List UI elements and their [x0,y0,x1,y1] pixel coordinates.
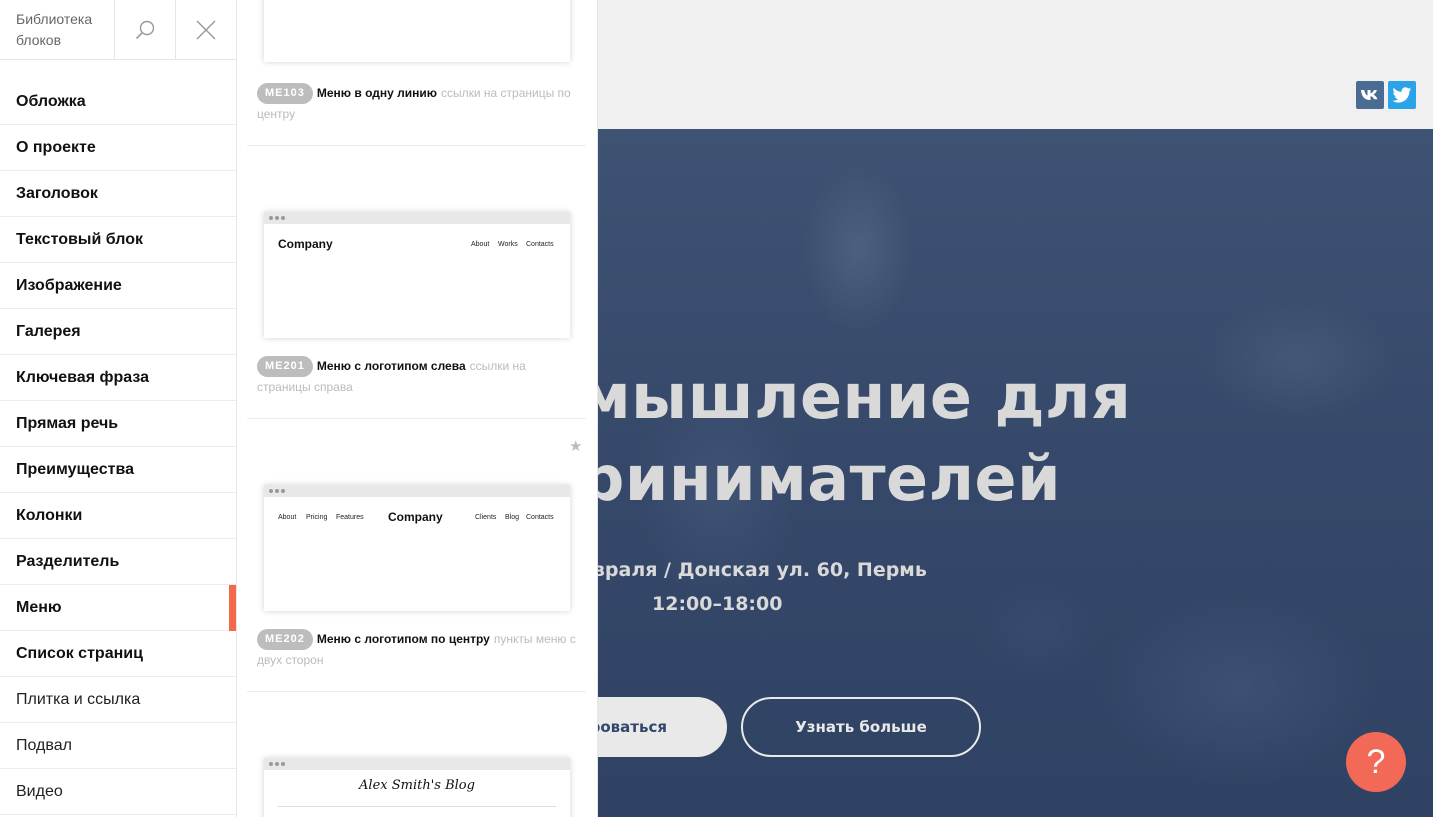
library-title: Библиотека блоков [16,11,93,48]
category-item-image[interactable]: Изображение [0,263,236,309]
search-button[interactable] [114,0,175,60]
category-item-footer[interactable]: Подвал [0,723,236,769]
category-label: Разделитель [16,552,120,570]
browser-bar [264,758,570,770]
preview-link: Contacts [526,514,554,521]
category-item-video[interactable]: Видео [0,769,236,815]
library-header: Библиотека блоков [0,0,237,60]
category-item-key-phrase[interactable]: Ключевая фраза [0,355,236,401]
twitter-share-button[interactable] [1388,81,1416,109]
preview-header [598,0,1433,129]
preview-blog-title: Alex Smith's Blog [359,778,475,793]
browser-bar [264,212,570,224]
category-label: Плитка и ссылка [16,690,141,708]
category-item-divider[interactable]: Разделитель [0,539,236,585]
preview-logo: Company [278,237,333,251]
category-item-heading[interactable]: Заголовок [0,171,236,217]
cover-subtitle: евраля / Донская ул. 60, Пермь 12:00–18:… [598,553,927,615]
preview-link: Pricing [306,514,328,521]
category-item-quote[interactable]: Прямая речь [0,401,236,447]
category-list: Обложка О проекте Заголовок Текстовый бл… [0,79,236,815]
cover-title-line: мышление для [598,360,1132,433]
vk-icon [1361,90,1378,100]
block-name: Меню в одну линию [316,86,437,100]
event-time: 12:00–18:00 [652,593,783,615]
category-label: Видео [16,782,63,800]
help-button[interactable]: ? [1346,732,1406,792]
category-label: Обложка [16,92,86,110]
vk-share-button[interactable] [1356,81,1384,109]
preview-link: Contacts [526,241,554,248]
browser-bar [264,485,570,497]
block-list-panel: ME103 Меню в одну линию ссылки на страницы… [237,0,598,817]
category-label: Список страниц [16,644,143,662]
event-date-location: евраля / Донская ул. 60, Пермь [598,559,927,581]
category-item-about[interactable]: О проекте [0,125,236,171]
category-item-menu[interactable]: Меню [0,585,236,631]
preview-logo: Company [388,510,443,524]
category-label: Галерея [16,322,81,340]
category-label: Подвал [16,736,72,754]
block-info-me201[interactable]: ME201 Меню с логотипом слева ссылки на стр… [257,356,577,398]
learn-more-button[interactable]: Узнать больше [741,697,981,757]
block-info-me202[interactable]: ME202 Меню с логотипом по центру пункты ме… [257,629,577,671]
cover-section: мышление для ринимателей евраля / Донска… [598,129,1433,817]
block-library-sidebar: Библиотека блоков Обложка О проекте Заго… [0,0,237,817]
category-label: О проекте [16,138,96,156]
block-name: Меню с логотипом слева [316,359,466,373]
category-label: Ключевая фраза [16,368,149,386]
category-label: Заголовок [16,184,98,202]
register-button[interactable]: роваться [598,697,727,757]
category-label: Изображение [16,276,122,294]
category-label: Колонки [16,506,83,524]
category-item-cover[interactable]: Обложка [0,79,236,125]
star-icon[interactable]: ★ [569,437,582,455]
preview-link: Clients [475,514,497,521]
block-code-badge: ME201 [257,356,313,377]
block-thumbnail-me103[interactable] [264,0,570,62]
category-item-columns[interactable]: Колонки [0,493,236,539]
preview-link: Features [336,514,364,521]
preview-link: About [278,514,297,521]
block-divider [247,145,586,146]
preview-link: About [471,241,490,248]
preview-link: Works [498,241,518,248]
preview-link: Blog [505,514,520,521]
block-divider [247,418,586,419]
cover-title-line: ринимателей [598,442,1062,515]
block-thumbnail-me201[interactable]: Company About Works Contacts [264,212,570,338]
block-thumbnail-blog[interactable]: Alex Smith's Blog [264,758,570,817]
category-item-features[interactable]: Преимущества [0,447,236,493]
cover-title: мышление для ринимателей [598,356,1433,520]
block-name: Меню с логотипом по центру [316,632,490,646]
category-label: Меню [16,598,62,616]
block-code-badge: ME103 [257,83,313,104]
category-item-tile-link[interactable]: Плитка и ссылка [0,677,236,723]
close-button[interactable] [175,0,236,60]
block-info-me103[interactable]: ME103 Меню в одну линию ссылки на страницы… [257,83,577,125]
page-preview: мышление для ринимателей евраля / Донска… [598,0,1433,817]
category-item-gallery[interactable]: Галерея [0,309,236,355]
search-icon [135,20,155,40]
category-label: Текстовый блок [16,230,143,248]
close-icon [196,20,216,40]
category-label: Прямая речь [16,414,119,432]
twitter-icon [1392,86,1412,102]
preview-rule [278,806,556,807]
block-thumbnail-me202[interactable]: About Pricing Features Company Clients B… [264,485,570,611]
category-label: Преимущества [16,460,134,478]
block-code-badge: ME202 [257,629,313,650]
category-item-page-list[interactable]: Список страниц [0,631,236,677]
category-item-text-block[interactable]: Текстовый блок [0,217,236,263]
block-divider [247,691,586,692]
